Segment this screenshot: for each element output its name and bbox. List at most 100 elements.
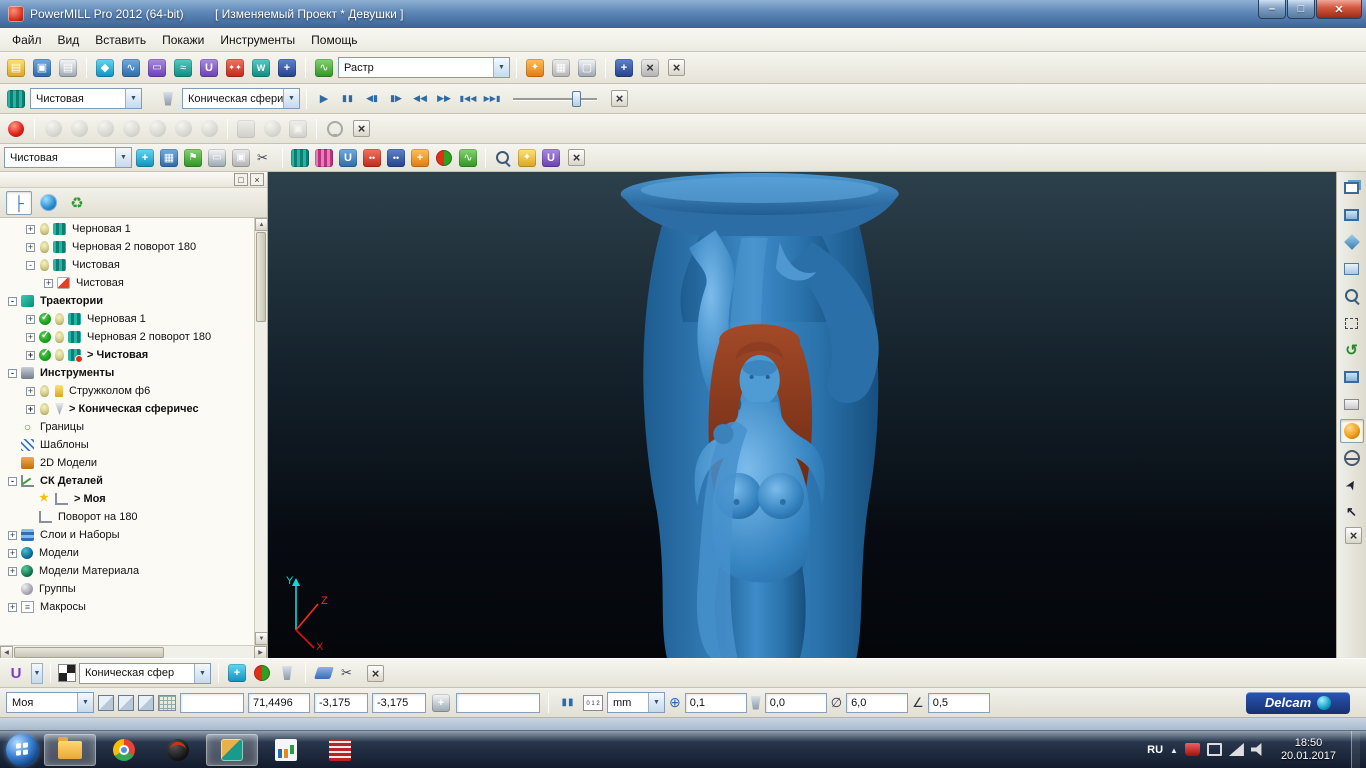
coordinate-y-field[interactable]: -3,175 [314, 692, 368, 713]
tree-item-label[interactable]: Черновая 1 [84, 313, 149, 325]
monitor-icon[interactable] [575, 56, 599, 80]
tree-expander-icon[interactable]: + [8, 548, 17, 558]
taskbar-explorer[interactable] [44, 733, 96, 766]
simulation-speed-slider[interactable] [513, 90, 597, 108]
explorer-tree[interactable]: + Черновая 1 + Черновая 2 поворот 180 - Чисто… [0, 218, 254, 645]
tree-item[interactable]: + Макросы [0, 598, 254, 616]
tree-expander-icon[interactable]: + [8, 530, 17, 540]
chevron-down-icon[interactable] [648, 693, 664, 712]
tree-expander-icon[interactable]: + [8, 602, 17, 612]
tree-item[interactable]: + Слои и Наборы [0, 526, 254, 544]
tool-holder-icon[interactable] [276, 662, 298, 684]
gouge-check-icon[interactable] [433, 147, 455, 169]
coordinate-x-field[interactable]: 71,4496 [248, 692, 310, 713]
block-icon[interactable] [93, 56, 117, 80]
select-cursor-icon[interactable] [1340, 500, 1364, 524]
tree-item-label[interactable]: СК Деталей [37, 475, 106, 487]
go-to-end-icon[interactable] [481, 88, 503, 110]
simulation-tool-icon[interactable] [156, 87, 180, 111]
scroll-thumb[interactable] [256, 232, 266, 322]
zoom-box-icon[interactable] [1340, 311, 1364, 335]
cut-icon[interactable] [254, 147, 276, 169]
explorer-vertical-scrollbar[interactable]: ▲ ▼ [254, 218, 268, 645]
panel-float-icon[interactable]: □ [234, 173, 248, 186]
fast-forward-icon[interactable] [433, 88, 455, 110]
chevron-down-icon[interactable] [125, 89, 141, 108]
tree-item[interactable]: Границы [0, 418, 254, 436]
tab-explorer-tree[interactable] [6, 190, 32, 215]
viewmill-record-icon[interactable] [4, 117, 28, 141]
chevron-down-icon[interactable] [194, 663, 210, 683]
tree-item-label[interactable]: > Чистовая [84, 349, 151, 361]
go-to-start-icon[interactable] [457, 88, 479, 110]
toolpath-axes-icon[interactable] [134, 147, 156, 169]
tree-expander-icon[interactable]: + [26, 332, 35, 342]
relative-coord-field[interactable] [456, 692, 540, 713]
print-view-icon[interactable] [1340, 392, 1364, 416]
refresh-view-icon[interactable] [1340, 338, 1364, 362]
points-icon[interactable] [361, 147, 383, 169]
multi-viewport-icon[interactable] [1340, 176, 1364, 200]
play-icon[interactable] [313, 88, 335, 110]
view-toolbar-close-icon[interactable] [1345, 527, 1362, 544]
taskbar-clock[interactable]: 18:50 20.01.2017 [1273, 737, 1344, 763]
toolpath-stats-icon[interactable] [158, 147, 180, 169]
taskbar-app-dark[interactable] [152, 734, 204, 766]
coord-mode-icon[interactable] [430, 692, 452, 714]
chevron-down-icon[interactable] [115, 148, 131, 167]
tree-item[interactable]: + > Коническая сферичес [0, 400, 254, 418]
lamp-icon[interactable] [516, 147, 538, 169]
tool-dropdown-icon[interactable] [31, 662, 43, 684]
rewind-icon[interactable] [409, 88, 431, 110]
simulation-tool-combo[interactable]: Коническая сфери [182, 88, 300, 109]
antivirus-tray-icon[interactable] [1184, 743, 1200, 756]
tree-expander-icon[interactable]: + [26, 314, 35, 324]
tree-expander-icon[interactable]: - [26, 260, 35, 270]
tree-item-label[interactable]: Модели Материала [36, 565, 142, 577]
feature-set-icon[interactable] [275, 56, 299, 80]
toolpaths-icon[interactable] [171, 56, 195, 80]
tree-item[interactable]: - Чистовая [0, 256, 254, 274]
tree-item-label[interactable]: Шаблоны [37, 439, 92, 451]
tree-item-label[interactable]: Черновая 2 поворот 180 [69, 241, 199, 253]
step-back-icon[interactable] [361, 88, 383, 110]
simulation-toolpath-combo[interactable]: Чистовая [30, 88, 142, 109]
snap-field[interactable] [180, 692, 244, 713]
toolbar-options-icon[interactable] [523, 56, 547, 80]
tree-item[interactable]: + Черновая 1 [0, 220, 254, 238]
taskbar-app-red[interactable] [314, 734, 366, 766]
tree-item-label[interactable]: Черновая 2 поворот 180 [84, 331, 214, 343]
tool-gouge-icon[interactable] [251, 662, 273, 684]
grid-icon[interactable] [158, 694, 176, 711]
tree-item-label[interactable]: 2D Модели [37, 457, 100, 469]
coordinate-z-field[interactable]: -3,175 [372, 692, 426, 713]
cut-tool-icon[interactable] [338, 662, 360, 684]
display-tray-icon[interactable] [1206, 743, 1222, 756]
tree-item[interactable]: Группы [0, 580, 254, 598]
shaded-view-icon[interactable] [1339, 419, 1364, 443]
tree-expander-icon[interactable]: + [26, 242, 35, 252]
strategy-icon[interactable] [312, 56, 336, 80]
tree-expander-icon[interactable]: + [26, 386, 35, 396]
stepover-field[interactable]: 0,5 [927, 692, 990, 713]
tree-expander-icon[interactable]: + [26, 404, 35, 414]
scroll-left-icon[interactable]: ◀ [0, 645, 13, 659]
simulation-toolbar-close-icon[interactable] [611, 90, 628, 107]
workplane-combo[interactable]: Моя [6, 692, 94, 713]
workplane-pointer-icon[interactable] [1340, 473, 1364, 497]
tree-item[interactable]: 2D Модели [0, 454, 254, 472]
tree-item[interactable]: + Модели Материала [0, 562, 254, 580]
leads-icon[interactable] [385, 147, 407, 169]
diameter-field[interactable]: 6,0 [846, 692, 909, 713]
scroll-up-icon[interactable]: ▲ [255, 218, 268, 231]
tab-recycle-bin[interactable] [64, 191, 90, 215]
wireframe-view-icon[interactable] [1340, 446, 1364, 470]
strategy-combo[interactable]: Растр [338, 57, 510, 78]
collision-check-icon[interactable] [638, 56, 662, 80]
clamp-icon[interactable] [612, 56, 636, 80]
main-toolbar-close-icon[interactable] [668, 59, 685, 76]
tree-item-label[interactable]: Слои и Наборы [37, 529, 123, 541]
thickness-field[interactable]: 0,0 [764, 692, 827, 713]
active-tool-icon[interactable]: U [4, 661, 28, 685]
tool-icon[interactable] [197, 56, 221, 80]
